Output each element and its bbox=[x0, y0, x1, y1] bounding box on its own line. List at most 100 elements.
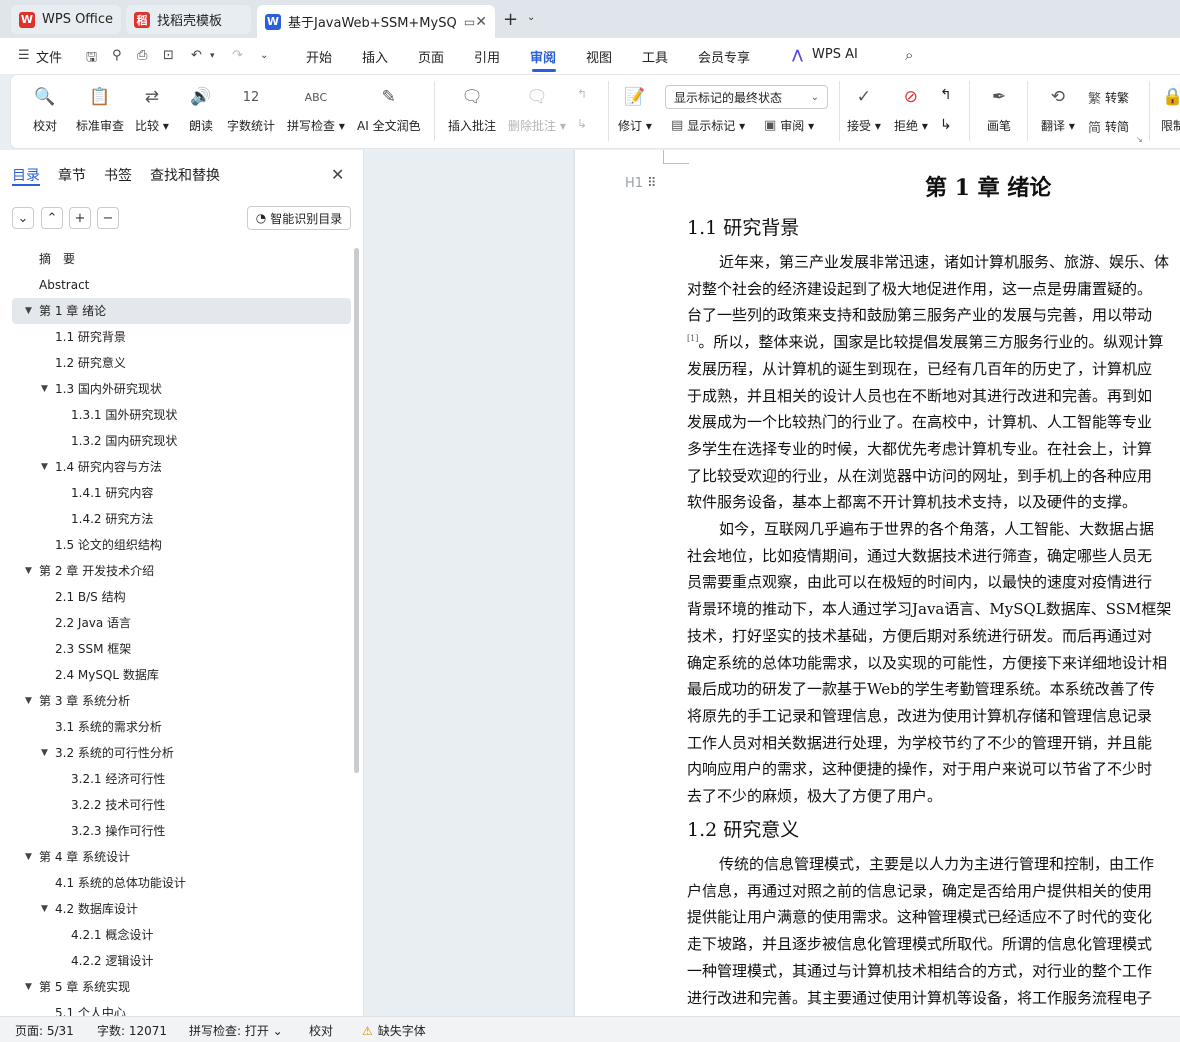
new-tab-icon[interactable]: + bbox=[503, 9, 518, 30]
citation-mark[interactable]: [1] bbox=[687, 334, 698, 343]
toc-item[interactable]: 3.2.1 经济可行性 bbox=[0, 766, 352, 792]
expand-toggle-icon[interactable]: ▼ bbox=[25, 688, 32, 714]
expand-toggle-icon[interactable]: ▼ bbox=[41, 740, 48, 766]
remove-heading-button[interactable]: − bbox=[97, 207, 119, 229]
print-icon[interactable]: ⎙ bbox=[137, 48, 147, 63]
close-icon[interactable]: ✕ bbox=[331, 165, 344, 184]
toc-item[interactable]: ▼ 第 4 章 系统设计 bbox=[0, 844, 352, 870]
read-aloud-button[interactable]: 🔊 朗读 bbox=[187, 83, 215, 134]
expand-toggle-icon[interactable]: ▼ bbox=[41, 896, 48, 922]
menu-tools[interactable]: 工具 bbox=[642, 47, 668, 66]
undo-icon[interactable]: ↶ bbox=[191, 48, 202, 63]
toc-item[interactable]: ▼ 第 5 章 系统实现 bbox=[0, 974, 352, 1000]
toc-item[interactable]: ▼ 1.4 研究内容与方法 bbox=[0, 454, 352, 480]
word-count-button[interactable]: 12 字数统计 bbox=[227, 83, 275, 134]
menu-review[interactable]: 审阅 bbox=[530, 47, 556, 66]
toc-item[interactable]: ▼ 4.2 数据库设计 bbox=[0, 896, 352, 922]
to-traditional-button[interactable]: 繁 转繁 bbox=[1088, 88, 1129, 107]
toc-item[interactable]: 2.1 B/S 结构 bbox=[0, 584, 352, 610]
redo-icon[interactable]: ↷ bbox=[232, 48, 243, 63]
delete-comment-button[interactable]: 🗨 删除批注 ▾ bbox=[508, 83, 566, 134]
pen-button[interactable]: ✒ 画笔 bbox=[985, 83, 1013, 134]
nav-tab-sections[interactable]: 章节 bbox=[58, 165, 86, 185]
menu-member[interactable]: 会员专享 bbox=[698, 47, 750, 66]
print-preview-icon[interactable]: ⊡ bbox=[163, 48, 174, 63]
toc-item[interactable]: 1.5 论文的组织结构 bbox=[0, 532, 352, 558]
review-pane-button[interactable]: ▣ 审阅 ▾ bbox=[764, 117, 814, 134]
save-icon[interactable]: 🖫 bbox=[86, 48, 97, 70]
nav-tab-toc[interactable]: 目录 bbox=[12, 165, 40, 185]
more-chevron-icon[interactable]: ⌄ bbox=[260, 50, 268, 61]
word-count-indicator[interactable]: 字数: 12071 bbox=[97, 1022, 167, 1039]
missing-font-indicator[interactable]: ⚠ 缺失字体 bbox=[362, 1022, 426, 1039]
toc-item[interactable]: 1.4.1 研究内容 bbox=[0, 480, 352, 506]
ribbon-expand-icon[interactable]: ↘ bbox=[1136, 135, 1143, 144]
toc-scrollbar[interactable] bbox=[354, 248, 359, 773]
compare-button[interactable]: ⇄ 比较 ▾ bbox=[135, 83, 169, 134]
next-change-icon[interactable]: ↳ bbox=[940, 117, 952, 133]
search-icon[interactable]: ⌕ bbox=[905, 46, 913, 64]
expand-toggle-icon[interactable]: ▼ bbox=[25, 558, 32, 584]
add-heading-button[interactable]: + bbox=[69, 207, 91, 229]
page-indicator[interactable]: 页面: 5/31 bbox=[15, 1022, 74, 1039]
tab-wps-office[interactable]: W WPS Office bbox=[11, 5, 121, 34]
expand-toggle-icon[interactable]: ▼ bbox=[25, 974, 32, 1000]
next-comment-icon[interactable]: ↳ bbox=[577, 117, 587, 131]
toc-item[interactable]: 1.4.2 研究方法 bbox=[0, 506, 352, 532]
toc-item[interactable]: 1.3.1 国外研究现状 bbox=[0, 402, 352, 428]
toc-item[interactable]: 摘 要 bbox=[0, 246, 352, 272]
toc-item[interactable]: ▼ 1.3 国内外研究现状 bbox=[0, 376, 352, 402]
menu-page[interactable]: 页面 bbox=[418, 47, 444, 66]
toc-item[interactable]: 2.3 SSM 框架 bbox=[0, 636, 352, 662]
toc-item[interactable]: Abstract bbox=[0, 272, 352, 298]
prev-change-icon[interactable]: ↰ bbox=[940, 87, 952, 103]
share-icon[interactable]: ⚲ bbox=[112, 48, 122, 63]
toc-item[interactable]: 4.1 系统的总体功能设计 bbox=[0, 870, 352, 896]
track-changes-button[interactable]: 📝 修订 ▾ bbox=[618, 83, 652, 134]
toc-item[interactable]: 4.2.2 逻辑设计 bbox=[0, 948, 352, 974]
toc-item[interactable]: ▼ 3.2 系统的可行性分析 bbox=[0, 740, 352, 766]
menu-insert[interactable]: 插入 bbox=[362, 47, 388, 66]
insert-comment-button[interactable]: 🗨 插入批注 bbox=[448, 83, 496, 134]
expand-up-button[interactable]: ⌃ bbox=[41, 207, 63, 229]
expand-toggle-icon[interactable]: ▼ bbox=[25, 844, 32, 870]
expand-toggle-icon[interactable]: ▼ bbox=[25, 298, 32, 324]
spell-check-status[interactable]: 拼写检查: 打开 ⌄ bbox=[189, 1022, 283, 1039]
toc-item[interactable]: 3.2.3 操作可行性 bbox=[0, 818, 352, 844]
undo-dropdown-icon[interactable]: ▾ bbox=[210, 51, 215, 61]
proofread-status[interactable]: 校对 bbox=[309, 1022, 333, 1039]
toc-item[interactable]: 3.2.2 技术可行性 bbox=[0, 792, 352, 818]
proofread-button[interactable]: 🔍 校对 bbox=[31, 83, 59, 134]
prev-comment-icon[interactable]: ↰ bbox=[577, 87, 587, 101]
smart-toc-button[interactable]: ◔ 智能识别目录 bbox=[247, 206, 351, 230]
menu-file[interactable]: 文件 bbox=[36, 47, 62, 66]
show-markup-button[interactable]: ▤ 显示标记 ▾ bbox=[671, 117, 745, 134]
nav-tab-find-replace[interactable]: 查找和替换 bbox=[150, 165, 220, 185]
toc-item[interactable]: 2.2 Java 语言 bbox=[0, 610, 352, 636]
hamburger-icon[interactable]: ☰ bbox=[18, 48, 30, 63]
markup-mode-select[interactable]: 显示标记的最终状态 ⌄ bbox=[665, 85, 828, 109]
nav-tab-bookmarks[interactable]: 书签 bbox=[104, 165, 132, 185]
menu-reference[interactable]: 引用 bbox=[474, 47, 500, 66]
tab-docer-templates[interactable]: 稻 找稻壳模板 bbox=[126, 5, 251, 34]
menu-start[interactable]: 开始 bbox=[306, 47, 332, 66]
toc-item[interactable]: 3.1 系统的需求分析 bbox=[0, 714, 352, 740]
restrict-button[interactable]: 🔒 限制 bbox=[1159, 83, 1180, 134]
spell-check-button[interactable]: ABC 拼写检查 ▾ bbox=[287, 83, 345, 134]
toc-item[interactable]: ▼ 第 2 章 开发技术介绍 bbox=[0, 558, 352, 584]
chevron-down-icon[interactable]: ⌄ bbox=[527, 12, 535, 23]
toc-item[interactable]: 1.3.2 国内研究现状 bbox=[0, 428, 352, 454]
standard-review-button[interactable]: 📋 标准审查 bbox=[76, 83, 124, 134]
expand-toggle-icon[interactable]: ▼ bbox=[41, 454, 48, 480]
toc-item[interactable]: ▼ 第 1 章 绪论 bbox=[12, 298, 351, 324]
toc-item[interactable]: 1.1 研究背景 bbox=[0, 324, 352, 350]
collapse-all-button[interactable]: ⌄ bbox=[12, 207, 34, 229]
tab-current-document[interactable]: W 基于JavaWeb+SSM+MySQL ▭ ✕ bbox=[257, 5, 495, 38]
to-simplified-button[interactable]: 简 转简 bbox=[1088, 117, 1129, 136]
drag-handle-icon[interactable]: ⠿ bbox=[647, 176, 656, 191]
menu-wps-ai[interactable]: WPS AI bbox=[812, 47, 858, 62]
menu-view[interactable]: 视图 bbox=[586, 47, 612, 66]
document-page[interactable]: H1 ⠿ 第 1 章 绪论 1.1 研究背景 近年来，第三产业发展非常迅速，诸如… bbox=[575, 150, 1180, 1016]
expand-toggle-icon[interactable]: ▼ bbox=[41, 376, 48, 402]
accept-button[interactable]: ✓ 接受 ▾ bbox=[847, 83, 881, 134]
